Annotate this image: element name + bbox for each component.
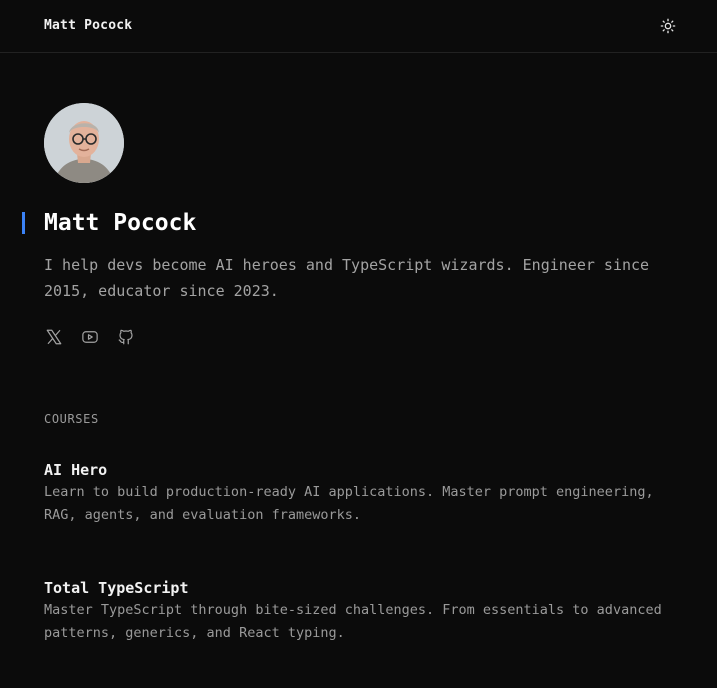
youtube-link[interactable]: [80, 327, 100, 347]
sun-icon: [660, 18, 676, 34]
x-link[interactable]: [44, 327, 64, 347]
course-item-ai-hero[interactable]: AI Hero Learn to build production-ready …: [44, 459, 694, 527]
course-title: Total TypeScript: [44, 579, 189, 597]
heading-accent-bar: [22, 212, 25, 234]
courses-section-label: COURSES: [44, 412, 99, 426]
profile-bio: I help devs become AI heroes and TypeScr…: [44, 256, 650, 300]
course-title: AI Hero: [44, 461, 108, 479]
course-item-total-typescript[interactable]: Total TypeScript Master TypeScript throu…: [44, 577, 694, 645]
site-name-link[interactable]: Matt Pocock: [44, 17, 132, 35]
github-link[interactable]: [116, 327, 136, 347]
theme-toggle-button[interactable]: [658, 16, 678, 36]
course-description: Learn to build production-ready AI appli…: [44, 484, 654, 523]
x-icon: [46, 329, 62, 345]
social-links: [44, 327, 136, 347]
site-header: Matt Pocock: [0, 0, 717, 53]
avatar-portrait: [44, 103, 124, 183]
github-icon: [118, 329, 133, 345]
course-description: Master TypeScript through bite-sized cha…: [44, 602, 662, 641]
profile-name: Matt Pocock: [44, 210, 197, 236]
avatar: [44, 103, 124, 183]
youtube-icon: [82, 331, 98, 343]
